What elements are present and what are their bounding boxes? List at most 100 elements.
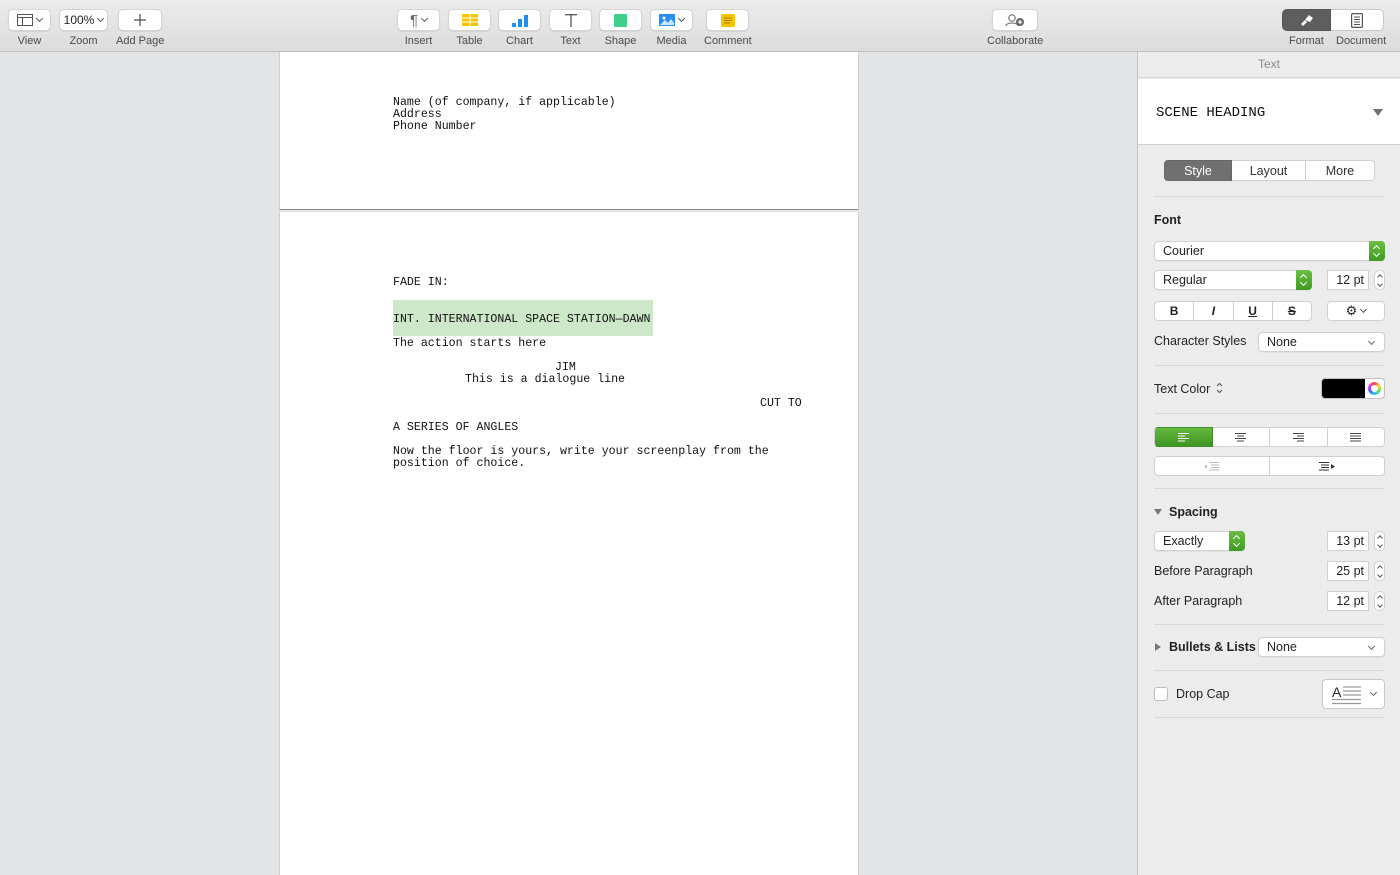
bullets-lists-popup[interactable]: None [1258,637,1385,657]
underline-button[interactable]: U [1233,301,1273,321]
character-styles-popup[interactable]: None [1258,332,1385,352]
shape-control[interactable]: Shape [599,9,642,47]
inspector-tab-text[interactable]: Text [1138,52,1400,78]
add-person-icon [1005,14,1025,27]
document-button[interactable] [1331,9,1384,31]
transition-text[interactable]: CUT TO [760,397,802,411]
zoom-value: 100% [63,13,95,27]
disclosure-closed-icon[interactable] [1155,643,1161,651]
table-control[interactable]: Table [448,9,491,47]
advanced-options-button[interactable]: ⚙ [1327,301,1385,321]
before-paragraph-field[interactable]: 25 pt [1327,561,1369,581]
shape-button[interactable] [599,9,642,31]
page-2[interactable]: FADE IN: INT. INTERNATIONAL SPACE STATIO… [279,212,859,875]
text-button[interactable] [549,9,592,31]
align-right-icon [1292,432,1304,441]
view-button[interactable] [8,9,51,31]
chevron-down-icon [1369,688,1378,697]
add-page-control[interactable]: Add Page [116,9,164,47]
fade-in-text[interactable]: FADE IN: [393,276,449,290]
add-page-button[interactable] [118,9,163,31]
chevron-down-icon [420,14,429,23]
font-size-field[interactable]: 12 pt [1327,270,1369,290]
decrease-indent-button[interactable] [1154,456,1270,476]
increase-indent-button[interactable] [1270,456,1385,476]
shape-label: Shape [604,35,637,47]
italic-button[interactable]: I [1194,301,1234,321]
comment-control[interactable]: Comment [704,9,752,47]
bullets-lists-label[interactable]: Bullets & Lists [1169,640,1256,654]
font-size-stepper[interactable] [1374,270,1385,290]
tab-style[interactable]: Style [1164,160,1232,181]
scene-heading-text[interactable]: INT. INTERNATIONAL SPACE STATION—DAWN [393,313,650,327]
font-family-value: Courier [1163,244,1204,258]
document-canvas[interactable]: Name (of company, if applicable) Address… [0,52,1137,875]
text-color-swatch[interactable] [1322,379,1365,398]
dialogue-text[interactable]: This is a dialogue line [465,373,625,387]
text-color-label[interactable]: Text Color [1154,382,1210,396]
toolbar: View 100% Zoom Add Page ¶ Insert Table C… [0,0,1400,52]
alignment-buttons [1154,427,1385,447]
add-page-label: Add Page [116,35,165,47]
zoom-control[interactable]: 100% Zoom [59,9,108,47]
paintbrush-icon [1300,15,1313,26]
divider [1154,717,1385,718]
table-button[interactable] [448,9,491,31]
chevron-down-icon [35,14,44,23]
align-left-button[interactable] [1154,427,1213,447]
action2-line2[interactable]: position of choice. [393,457,525,471]
justify-button[interactable] [1327,427,1385,447]
drop-cap-checkbox[interactable] [1154,687,1168,701]
divider [1154,670,1385,671]
chevron-down-icon [677,14,686,23]
line-spacing-popup[interactable]: Exactly [1154,531,1245,551]
drop-cap-style-button[interactable]: A [1322,679,1385,709]
drop-cap-label[interactable]: Drop Cap [1176,687,1230,701]
chart-button[interactable] [498,9,541,31]
bar-chart-icon [511,14,528,27]
square-icon [614,13,627,27]
chart-control[interactable]: Chart [498,9,541,47]
disclosure-triangle-icon[interactable] [1373,109,1383,116]
align-right-button[interactable] [1270,427,1328,447]
insert-button[interactable]: ¶ [397,9,440,31]
svg-text:A: A [1332,685,1342,700]
divider [1154,196,1385,197]
document-label: Document [1336,35,1387,47]
media-button[interactable] [650,9,693,31]
page-1[interactable]: Name (of company, if applicable) Address… [279,52,859,210]
action-text[interactable]: The action starts here [393,337,546,351]
tab-more[interactable]: More [1306,160,1375,181]
format-button[interactable] [1282,9,1331,31]
color-wheel-icon[interactable] [1368,382,1381,395]
align-center-button[interactable] [1212,427,1270,447]
collaborate-label: Collaborate [987,35,1044,47]
before-paragraph-stepper[interactable] [1374,561,1385,581]
after-paragraph-field[interactable]: 12 pt [1327,591,1369,611]
tab-layout[interactable]: Layout [1232,160,1306,181]
shot-text[interactable]: A SERIES OF ANGLES [393,421,518,435]
text-color-well[interactable] [1321,378,1385,399]
media-control[interactable]: Media [650,9,693,47]
up-down-chevron-icon[interactable] [1216,382,1223,394]
chevron-down-icon [1360,305,1368,314]
font-typeface-popup[interactable]: Regular [1154,270,1312,290]
after-paragraph-stepper[interactable] [1374,591,1385,611]
contact-phone-line[interactable]: Phone Number [393,120,477,134]
paragraph-style-picker[interactable]: SCENE HEADING [1138,79,1400,145]
collaborate-control[interactable]: Collaborate [987,9,1043,47]
text-control[interactable]: Text [549,9,592,47]
comment-button[interactable] [706,9,750,31]
line-spacing-stepper[interactable] [1374,531,1385,551]
disclosure-open-icon[interactable] [1154,509,1162,515]
bold-button[interactable]: B [1154,301,1195,321]
spacing-section-label[interactable]: Spacing [1169,505,1218,519]
collaborate-button[interactable] [992,9,1039,31]
font-family-popup[interactable]: Courier [1154,241,1385,261]
zoom-button[interactable]: 100% [59,9,108,31]
strikethrough-button[interactable]: S [1272,301,1312,321]
line-spacing-field[interactable]: 13 pt [1327,531,1369,551]
view-control[interactable]: View [8,9,51,47]
insert-control[interactable]: ¶ Insert [397,9,440,47]
align-center-icon [1235,432,1247,441]
